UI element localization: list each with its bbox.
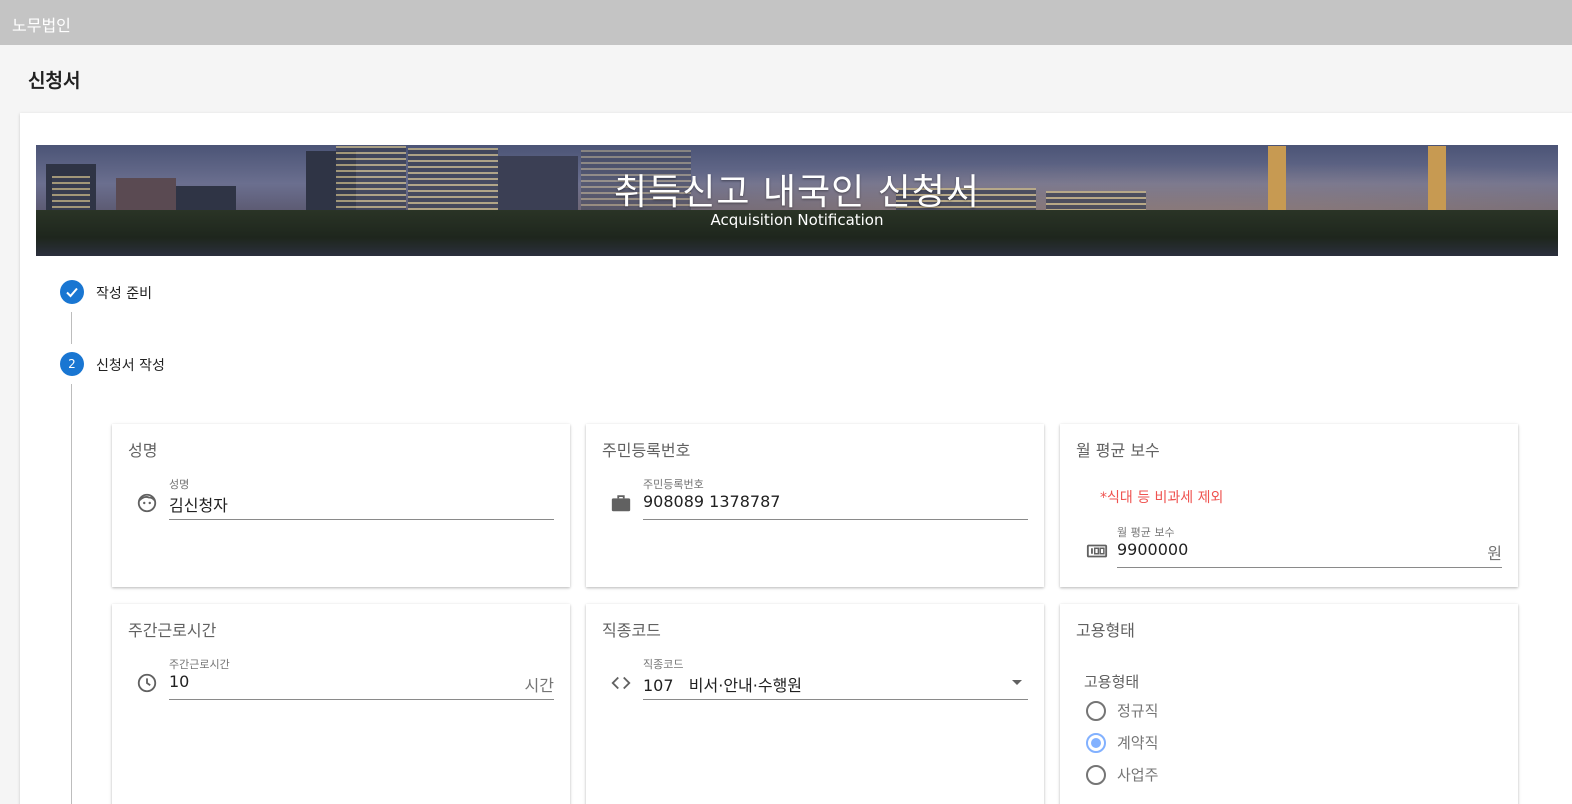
radio-owner-label[interactable]: 사업주 (1117, 764, 1158, 785)
resident-number-field-label: 주민등록번호 (643, 478, 704, 491)
weekly-hours-field-suffix: 시간 (524, 676, 554, 695)
radio-unchecked-icon[interactable] (1086, 764, 1106, 785)
face-icon (137, 493, 157, 513)
radio-unchecked-icon[interactable] (1086, 700, 1106, 721)
resident-number-card-title: 주민등록번호 (602, 441, 691, 460)
radio-contract[interactable]: 계약직 (1086, 732, 1158, 753)
resident-number-field-underline (643, 519, 1028, 520)
name-field-value[interactable]: 김신청자 (169, 492, 228, 516)
banner-subtitle: Acquisition Notification (710, 211, 884, 229)
step-connector (71, 312, 72, 344)
header-banner: 취득신고 내국인 신청서 Acquisition Notification (36, 145, 1558, 256)
clock-icon (137, 673, 157, 693)
monthly-pay-card: 월 평균 보수 *식대 등 비과세 제외 월 평균 보수 9900000 원 (1060, 424, 1518, 587)
monthly-pay-card-title: 월 평균 보수 (1076, 441, 1160, 460)
weekly-hours-field-value[interactable]: 10 (169, 672, 189, 691)
weekly-hours-card: 주간근로시간 주간근로시간 10 시간 (112, 604, 570, 804)
name-field-underline (169, 519, 554, 520)
radio-contract-label[interactable]: 계약직 (1117, 732, 1158, 753)
resident-number-card: 주민등록번호 주민등록번호 908089 1378787 (586, 424, 1044, 587)
radio-owner[interactable]: 사업주 (1086, 764, 1158, 785)
number-box-icon (1086, 544, 1108, 558)
job-code-card-title: 직종코드 (602, 621, 661, 640)
name-card: 성명 성명 김신청자 (112, 424, 570, 587)
brand-name[interactable]: 노무법인 (12, 12, 71, 36)
name-field[interactable]: 성명 김신청자 (169, 476, 554, 522)
employment-type-card-title: 고용형태 (1076, 621, 1135, 640)
monthly-pay-field-suffix: 원 (1487, 544, 1502, 563)
code-icon (611, 676, 631, 690)
radio-regular[interactable]: 정규직 (1086, 700, 1158, 721)
monthly-pay-field-underline (1117, 567, 1502, 568)
job-code-card: 직종코드 직종코드 107 비서·안내·수행원 (586, 604, 1044, 804)
employment-type-card: 고용형태 고용형태 정규직 계약직 사업주 (1060, 604, 1518, 804)
weekly-hours-field-underline (169, 699, 554, 700)
weekly-hours-field[interactable]: 주간근로시간 10 시간 (169, 656, 554, 702)
job-code-select-underline (643, 699, 1028, 700)
step-label-write[interactable]: 신청서 작성 (96, 355, 165, 375)
name-card-title: 성명 (128, 441, 158, 460)
page-title: 신청서 (28, 70, 81, 92)
name-field-label: 성명 (169, 478, 190, 491)
monthly-pay-field-label: 월 평균 보수 (1117, 526, 1175, 539)
radio-checked-icon[interactable] (1086, 732, 1106, 753)
step-label-prepare[interactable]: 작성 준비 (96, 283, 152, 303)
job-code-select-label: 직종코드 (643, 658, 684, 671)
monthly-pay-note: *식대 등 비과세 제외 (1100, 490, 1224, 506)
top-app-bar: 노무법인 (0, 0, 1572, 45)
monthly-pay-field[interactable]: 월 평균 보수 9900000 원 (1117, 524, 1502, 570)
monthly-pay-field-value[interactable]: 9900000 (1117, 540, 1188, 559)
step-connector (71, 384, 72, 804)
banner-title: 취득신고 내국인 신청서 (613, 172, 981, 213)
weekly-hours-field-label: 주간근로시간 (169, 658, 230, 671)
weekly-hours-card-title: 주간근로시간 (128, 621, 217, 640)
employment-type-group-label: 고용형태 (1084, 673, 1140, 691)
job-code-select[interactable]: 직종코드 107 비서·안내·수행원 (643, 656, 1028, 702)
resident-number-field[interactable]: 주민등록번호 908089 1378787 (643, 476, 1028, 522)
job-code-select-value[interactable]: 107 비서·안내·수행원 (643, 672, 802, 696)
check-icon (66, 287, 78, 298)
chevron-down-icon[interactable] (1012, 680, 1022, 685)
step-number-indicator[interactable]: 2 (60, 352, 84, 376)
resident-number-field-value[interactable]: 908089 1378787 (643, 492, 780, 511)
briefcase-icon (611, 495, 631, 512)
step-complete-indicator[interactable] (60, 280, 84, 304)
radio-regular-label[interactable]: 정규직 (1117, 700, 1158, 721)
